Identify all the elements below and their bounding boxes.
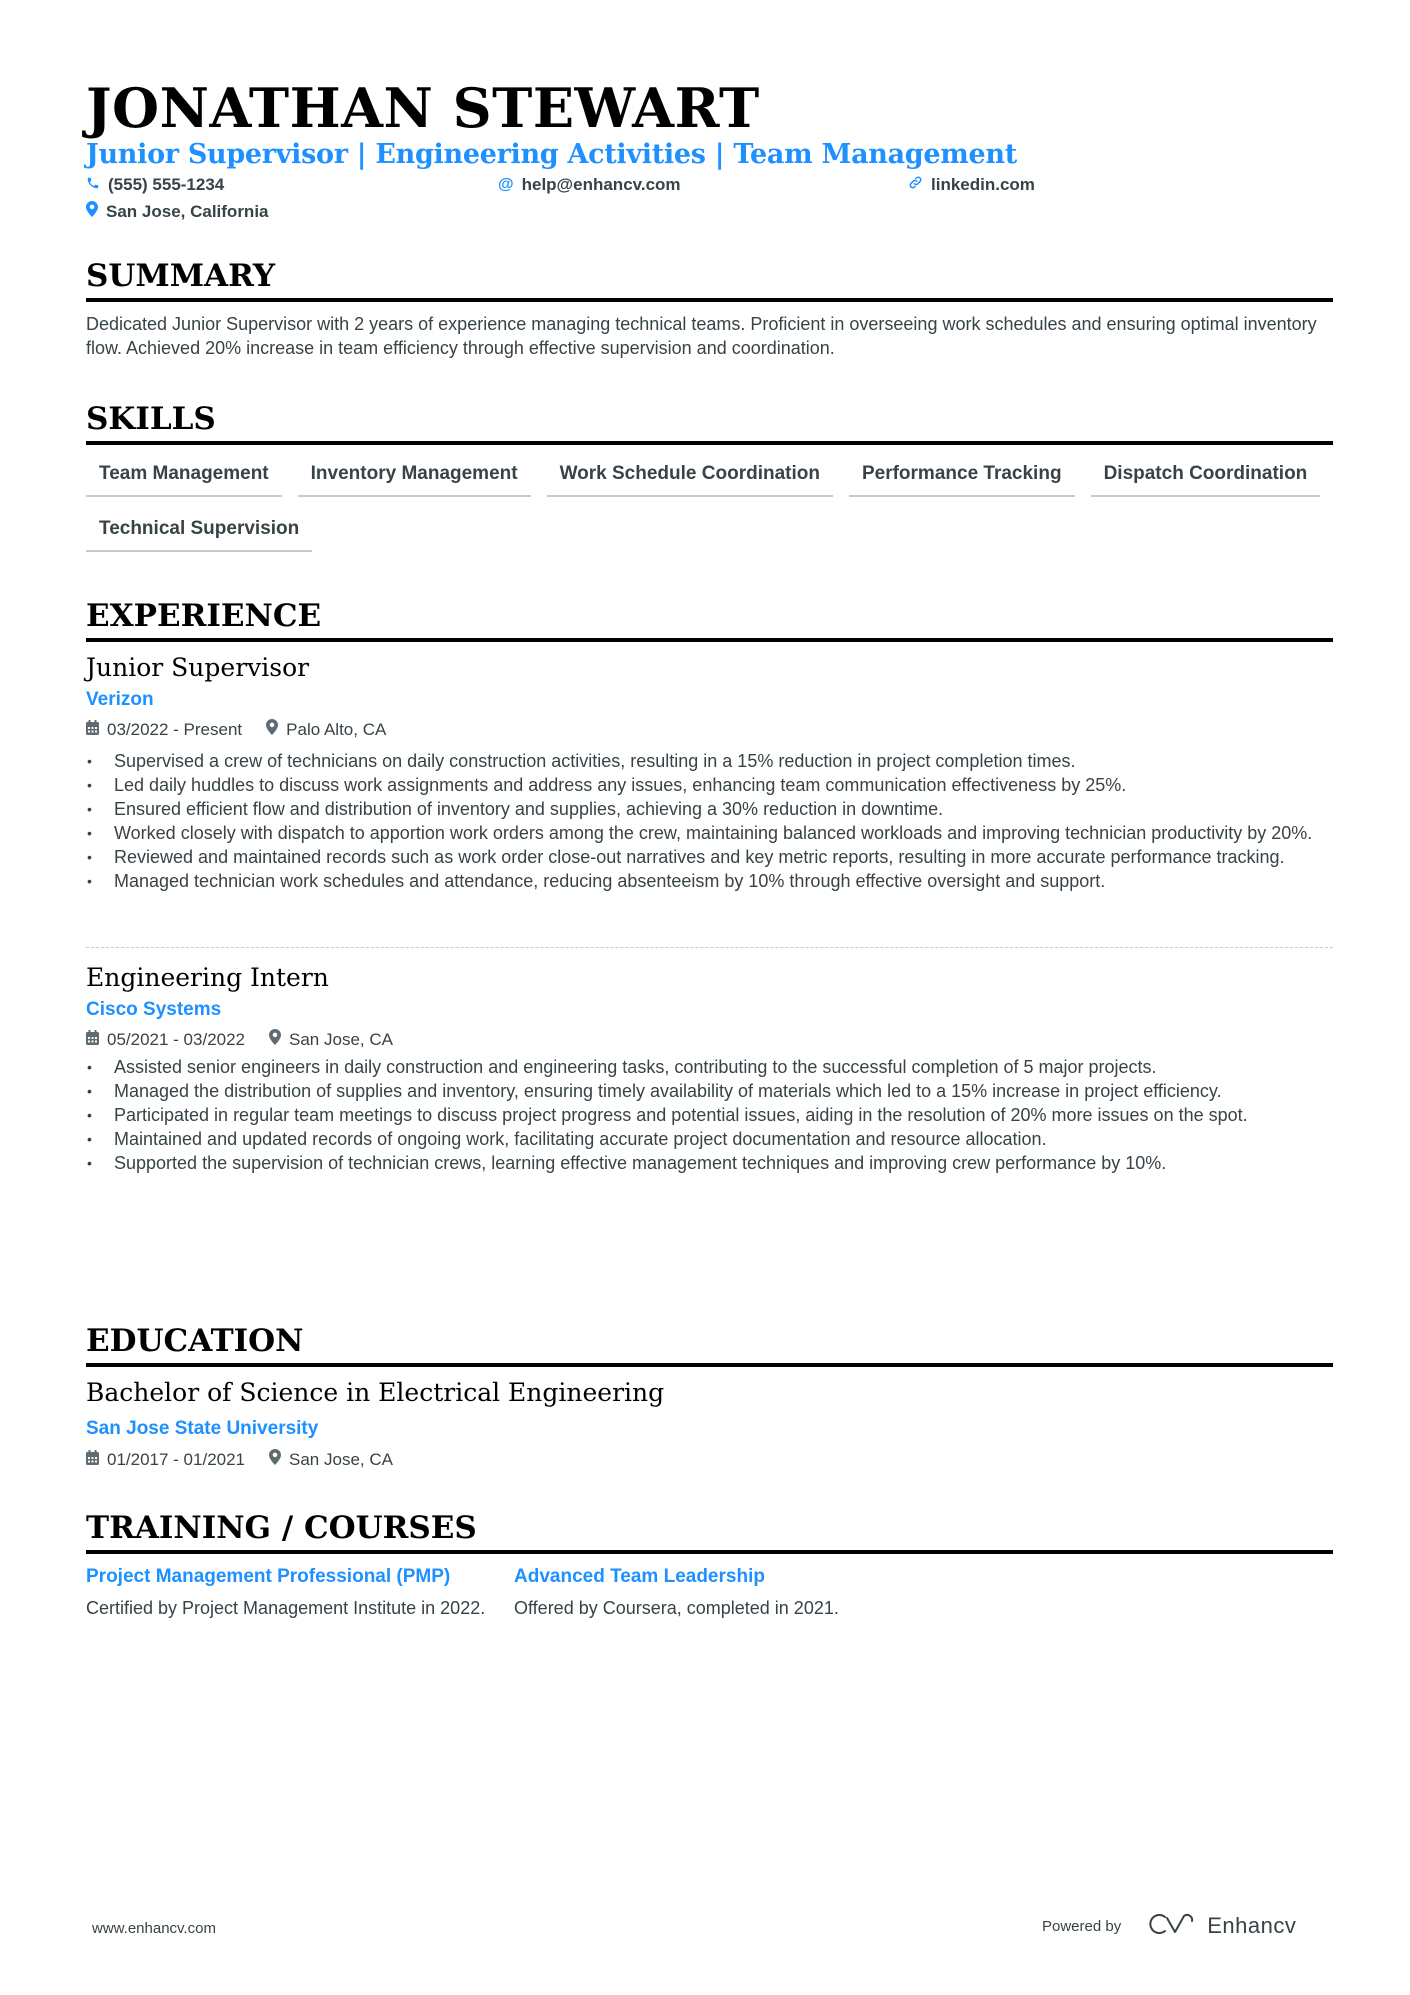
course-title: Advanced Team Leadership [514, 1566, 765, 1587]
course-description: Certified by Project Management Institut… [86, 1598, 486, 1618]
calendar-icon [86, 1029, 99, 1051]
location-pin-icon [269, 1449, 282, 1471]
powered-by-label: Powered by [1042, 1917, 1122, 1935]
job-title: Junior Supervisor [86, 653, 310, 682]
contact-phone: (555) 555-1234 [86, 174, 224, 196]
job-location: Palo Alto, CA [286, 720, 387, 739]
job-bullets: Assisted senior engineers in daily const… [86, 1055, 1333, 1175]
company-name: Verizon [86, 689, 154, 710]
bullet-item: Supervised a crew of technicians on dail… [86, 749, 1333, 773]
footer-branding: Powered by Enhancv [1042, 1912, 1296, 1940]
location-text: San Jose, California [106, 202, 269, 221]
company-name: Cisco Systems [86, 999, 222, 1020]
enhancv-logo-icon [1149, 1912, 1195, 1940]
contact-link[interactable]: linkedin.com [908, 174, 1035, 196]
skills-list: Team Management Inventory Management Wor… [86, 458, 1333, 552]
at-icon: @ [498, 176, 514, 193]
section-title-skills: SKILLS [86, 399, 1333, 445]
skill-tag: Work Schedule Coordination [546, 458, 833, 497]
course-description: Offered by Coursera, completed in 2021. [514, 1598, 839, 1618]
skill-tag: Inventory Management [297, 458, 531, 497]
skill-tag: Dispatch Coordination [1090, 458, 1321, 497]
bullet-item: Reviewed and maintained records such as … [86, 845, 1333, 869]
job-title: Engineering Intern [86, 963, 329, 992]
location-pin-icon [266, 719, 279, 741]
bullet-item: Led daily huddles to discuss work assign… [86, 773, 1333, 797]
candidate-name: JONATHAN STEWART [86, 76, 760, 140]
bullet-item: Maintained and updated records of ongoin… [86, 1127, 1333, 1151]
section-title-experience: EXPERIENCE [86, 596, 1333, 642]
section-title-training: TRAINING / COURSES [86, 1508, 1333, 1554]
education-meta: 01/2017 - 01/2021 San Jose, CA [86, 1449, 417, 1471]
footer-website[interactable]: www.enhancv.com [92, 1920, 216, 1937]
section-title-summary: SUMMARY [86, 256, 1333, 302]
job-meta: 03/2022 - Present Palo Alto, CA [86, 719, 410, 741]
bullet-item: Managed the distribution of supplies and… [86, 1079, 1333, 1103]
headline: Junior Supervisor | Engineering Activiti… [86, 139, 1017, 170]
website-text[interactable]: linkedin.com [931, 174, 1035, 196]
job-meta: 05/2021 - 03/2022 San Jose, CA [86, 1029, 417, 1051]
contact-location: San Jose, California [86, 201, 269, 223]
skill-tag: Performance Tracking [848, 458, 1075, 497]
course-item: Advanced Team Leadership Offered by Cour… [514, 1565, 934, 1620]
summary-text: Dedicated Junior Supervisor with 2 years… [86, 314, 1317, 358]
bullet-item: Ensured efficient flow and distribution … [86, 797, 1333, 821]
job-divider [86, 947, 1333, 948]
skill-tag: Team Management [86, 458, 282, 497]
location-pin-icon [86, 201, 98, 223]
job-dates: 03/2022 - Present [107, 720, 243, 739]
education-dates: 01/2017 - 01/2021 [107, 1450, 246, 1469]
bullet-item: Participated in regular team meetings to… [86, 1103, 1333, 1127]
bullet-item: Supported the supervision of technician … [86, 1151, 1333, 1175]
phone-text: (555) 555-1234 [108, 175, 225, 194]
calendar-icon [86, 1449, 99, 1471]
bullet-item: Worked closely with dispatch to apportio… [86, 821, 1333, 845]
degree-title: Bachelor of Science in Electrical Engine… [86, 1378, 665, 1407]
job-dates: 05/2021 - 03/2022 [107, 1030, 246, 1049]
job-location: San Jose, CA [289, 1030, 393, 1049]
brand-name: Enhancv [1207, 1913, 1297, 1938]
link-icon [908, 174, 923, 196]
calendar-icon [86, 719, 99, 741]
bullet-item: Managed technician work schedules and at… [86, 869, 1333, 893]
location-pin-icon [269, 1029, 282, 1051]
section-title-education: EDUCATION [86, 1321, 1333, 1367]
skill-tag: Technical Supervision [86, 513, 313, 552]
email-text[interactable]: help@enhancv.com [522, 174, 681, 196]
course-item: Project Management Professional (PMP) Ce… [86, 1565, 486, 1620]
course-title: Project Management Professional (PMP) [86, 1566, 451, 1587]
school-name: San Jose State University [86, 1418, 319, 1439]
job-bullets: Supervised a crew of technicians on dail… [86, 749, 1333, 893]
education-location: San Jose, CA [289, 1450, 393, 1469]
contact-email[interactable]: @ help@enhancv.com [498, 174, 681, 196]
bullet-item: Assisted senior engineers in daily const… [86, 1055, 1333, 1079]
phone-icon [86, 174, 100, 196]
